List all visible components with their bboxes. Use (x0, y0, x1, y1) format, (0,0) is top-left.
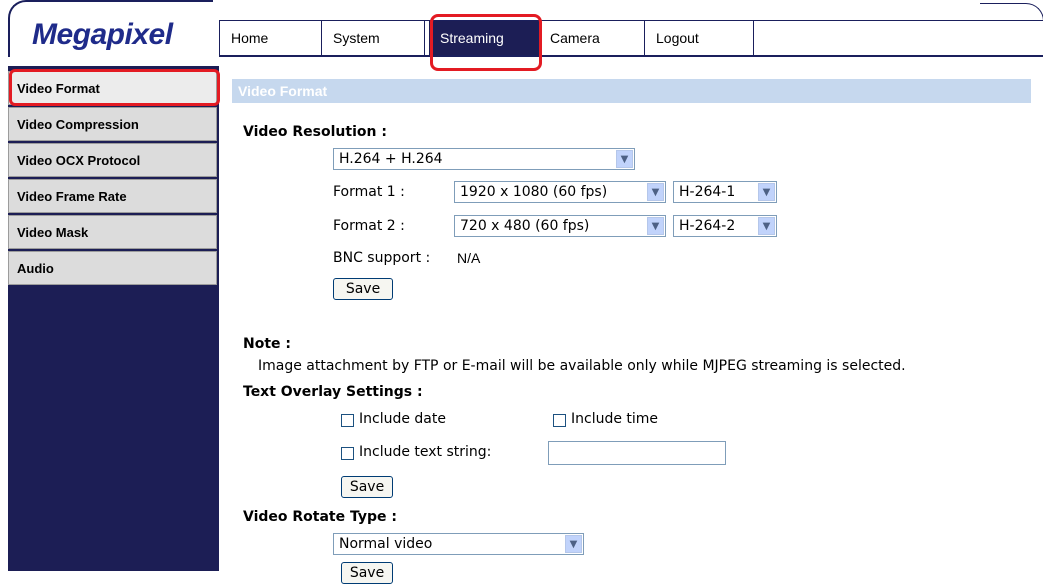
format1-resolution-value: 1920 x 1080 (60 fps) (460, 184, 608, 200)
bnc-support-label: BNC support : (333, 250, 431, 266)
include-date-checkbox[interactable] (341, 414, 354, 427)
format2-codec-select[interactable]: H-264-2 ▼ (673, 215, 777, 237)
sidebar-item-video-ocx-protocol[interactable]: Video OCX Protocol (8, 143, 217, 177)
text-string-input[interactable] (548, 441, 726, 465)
sidebar (8, 66, 219, 571)
format2-resolution-value: 720 x 480 (60 fps) (460, 218, 590, 234)
video-resolution-heading: Video Resolution : (243, 124, 387, 140)
note-text: Image attachment by FTP or E-mail will b… (258, 358, 906, 374)
save-overlay-button[interactable]: Save (341, 476, 393, 498)
rotate-type-select[interactable]: Normal video ▼ (333, 533, 584, 555)
rotate-type-value: Normal video (339, 536, 433, 552)
format1-codec-select[interactable]: H-264-1 ▼ (673, 181, 777, 203)
chevron-down-icon: ▼ (616, 150, 633, 168)
chevron-down-icon: ▼ (565, 535, 582, 553)
tab-logout[interactable]: Logout (645, 20, 754, 55)
include-time-label: Include time (571, 411, 659, 427)
format2-resolution-select[interactable]: 720 x 480 (60 fps) ▼ (454, 215, 666, 237)
format1-label: Format 1 : (333, 184, 405, 200)
bnc-support-value: N/A (457, 250, 481, 266)
note-heading: Note : (243, 336, 291, 352)
include-date-label: Include date (359, 411, 446, 427)
section-title-bar: Video Format (232, 79, 1031, 103)
format2-label: Format 2 : (333, 218, 405, 234)
text-overlay-heading: Text Overlay Settings : (243, 384, 423, 400)
sidebar-item-video-mask[interactable]: Video Mask (8, 215, 217, 249)
save-rotate-button[interactable]: Save (341, 562, 393, 584)
sidebar-item-video-compression[interactable]: Video Compression (8, 107, 217, 141)
sidebar-item-video-frame-rate[interactable]: Video Frame Rate (8, 179, 217, 213)
tab-camera[interactable]: Camera (539, 20, 645, 55)
tab-streaming[interactable]: Streaming (429, 21, 539, 55)
tab-home[interactable]: Home (219, 20, 322, 55)
sidebar-item-audio[interactable]: Audio (8, 251, 217, 285)
sidebar-item-video-format[interactable]: Video Format (8, 71, 217, 105)
chevron-down-icon: ▼ (758, 183, 775, 201)
include-time-checkbox[interactable] (553, 414, 566, 427)
chevron-down-icon: ▼ (758, 217, 775, 235)
brand-logo: Megapixel (32, 18, 173, 51)
top-nav-frame (980, 3, 1043, 34)
format2-codec-value: H-264-2 (679, 218, 736, 234)
resolution-mode-value: H.264 + H.264 (339, 151, 443, 167)
chevron-down-icon: ▼ (647, 183, 664, 201)
save-resolution-button[interactable]: Save (333, 278, 393, 300)
include-text-string-checkbox[interactable] (341, 447, 354, 460)
chevron-down-icon: ▼ (647, 217, 664, 235)
resolution-mode-select[interactable]: H.264 + H.264 ▼ (333, 148, 635, 170)
format1-resolution-select[interactable]: 1920 x 1080 (60 fps) ▼ (454, 181, 666, 203)
rotate-heading: Video Rotate Type : (243, 509, 397, 525)
format1-codec-value: H-264-1 (679, 184, 736, 200)
include-text-string-label: Include text string: (359, 444, 492, 460)
tab-system[interactable]: System (322, 20, 425, 55)
